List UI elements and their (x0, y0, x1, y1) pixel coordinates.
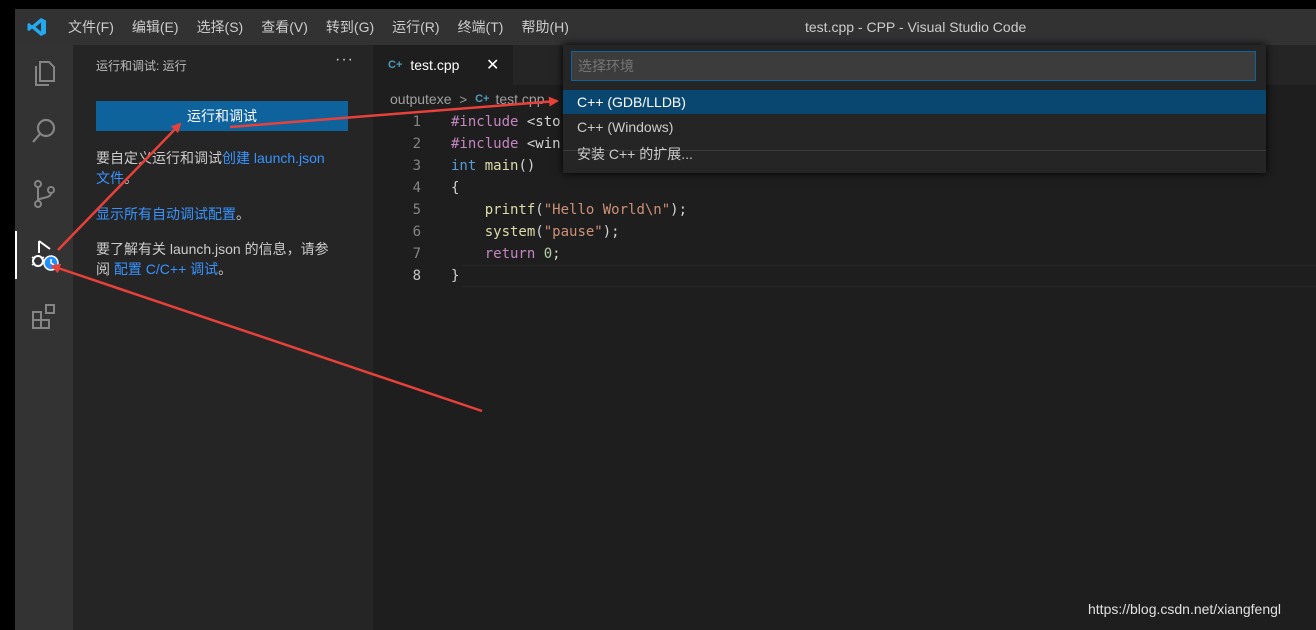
learn-post: 。 (218, 261, 233, 277)
breadcrumb-file[interactable]: test.cpp (495, 91, 544, 107)
tab-test-cpp[interactable]: C+ test.cpp ✕ (373, 45, 513, 85)
create-launch-json-link[interactable]: 创建 launch.json (222, 150, 325, 166)
code-line: 7 return 0; (373, 243, 1316, 265)
run-and-debug-button[interactable]: 运行和调试 (96, 101, 348, 131)
top-strip (0, 0, 1316, 9)
line-source: #include <sto (451, 111, 561, 133)
menu-help[interactable]: 帮助(H) (512, 9, 577, 45)
code-token: 0 (543, 246, 553, 262)
title-bar: 文件(F) 编辑(E) 选择(S) 查看(V) 转到(G) 运行(R) 终端(T… (15, 9, 1316, 45)
line-source: return 0; (451, 243, 561, 265)
code-token: <sto (518, 114, 561, 130)
code-token: #include (451, 136, 519, 152)
show-all-debug-configs-link[interactable]: 显示所有自动调试配置 (96, 206, 236, 222)
code-line: 8} (373, 265, 1316, 287)
menu-terminal[interactable]: 终端(T) (449, 9, 513, 45)
line-number: 3 (412, 158, 421, 174)
code-token: "pause" (543, 224, 603, 240)
line-source: system("pause"); (451, 221, 620, 243)
extensions-icon[interactable] (15, 292, 73, 340)
show-all-text: 显示所有自动调试配置。 (96, 204, 358, 224)
line-number: 1 (412, 114, 421, 130)
code-token: printf (484, 202, 536, 218)
menu-view[interactable]: 查看(V) (252, 9, 317, 45)
configure-cpp-debug-link[interactable]: 配置 C/C++ 调试 (114, 261, 218, 277)
code-token: () (518, 158, 536, 174)
menu-edit[interactable]: 编辑(E) (123, 9, 188, 45)
close-icon[interactable]: ✕ (486, 55, 499, 75)
window-title: test.cpp - CPP - Visual Studio Code (805, 19, 1027, 35)
breadcrumb-separator-icon: > (459, 91, 468, 107)
code-line: 5 printf("Hello World\n"); (373, 199, 1316, 221)
code-token: ); (670, 202, 688, 218)
activity-bar (15, 45, 73, 630)
create-launch-json-link-file[interactable]: 文件 (96, 170, 124, 186)
line-source: } (451, 265, 459, 287)
menu-run[interactable]: 运行(R) (383, 9, 448, 45)
code-line: 6 system("pause"); (373, 221, 1316, 243)
breadcrumb-folder[interactable]: outputexe (390, 91, 452, 107)
learn-text: 要了解有关 launch.json 的信息，请参阅 配置 C/C++ 调试。 (96, 239, 358, 279)
line-number: 2 (412, 136, 421, 152)
customize-text-pre: 要自定义运行和调试 (96, 150, 222, 166)
show-all-post: 。 (236, 206, 250, 222)
menu-selection[interactable]: 选择(S) (188, 9, 253, 45)
menu-go[interactable]: 转到(G) (317, 9, 383, 45)
learn-text-pre: 要了解有关 launch.json 的信息，请参 (96, 241, 329, 257)
customize-text: 要自定义运行和调试创建 launch.json 文件。 (96, 148, 358, 188)
run-debug-icon[interactable] (15, 231, 75, 279)
customize-text-post: 。 (124, 170, 138, 186)
menu-file[interactable]: 文件(F) (59, 9, 123, 45)
line-source: printf("Hello World\n"); (451, 199, 687, 221)
line-number: 4 (412, 180, 421, 196)
code-token: return (484, 246, 536, 262)
select-environment-input[interactable] (571, 51, 1256, 81)
line-source: #include <win (451, 133, 561, 155)
code-token: ( (535, 202, 544, 218)
line-source: { (451, 177, 459, 199)
code-token: } (451, 268, 460, 284)
explorer-icon[interactable] (15, 49, 73, 97)
watermark: https://blog.csdn.net/xiangfengl (1088, 601, 1282, 617)
tab-label: test.cpp (410, 57, 460, 73)
search-icon[interactable] (15, 107, 73, 155)
code-token: system (484, 224, 536, 240)
code-line: 4{ (373, 177, 1316, 199)
quick-pick-item-gdb-lldb[interactable]: C++ (GDB/LLDB) (563, 90, 1266, 114)
code-token: "Hello World\n" (543, 202, 671, 218)
code-token: ); (602, 224, 620, 240)
line-number: 6 (412, 224, 421, 240)
quick-pick-item-install-extension[interactable]: 安装 C++ 的扩展... (563, 142, 1266, 166)
left-strip (0, 0, 15, 630)
line-number: 5 (412, 202, 421, 218)
code-token: ; (552, 246, 561, 262)
code-token: int (451, 158, 477, 174)
menu-bar: 文件(F) 编辑(E) 选择(S) 查看(V) 转到(G) 运行(R) 终端(T… (59, 9, 578, 45)
cpp-file-icon: C+ (388, 59, 403, 71)
code-token: #include (451, 114, 519, 130)
source-control-icon[interactable] (15, 170, 73, 218)
vscode-logo-icon (15, 9, 59, 45)
quick-pick: C++ (GDB/LLDB) C++ (Windows) 安装 C++ 的扩展.… (563, 45, 1266, 173)
learn-text-pre2: 阅 (96, 261, 114, 277)
more-actions-icon[interactable]: ··· (335, 51, 354, 69)
code-token: main (484, 158, 519, 174)
code-token: ( (535, 224, 544, 240)
code-token: { (451, 180, 460, 196)
run-debug-sidebar: 运行和调试: 运行 ··· 运行和调试 要自定义运行和调试创建 launch.j… (73, 45, 373, 630)
sidebar-title: 运行和调试: 运行 (96, 59, 187, 73)
code-token: <win (518, 136, 561, 152)
breadcrumb: outputexe > C+ test.cpp (390, 91, 545, 107)
line-number: 7 (412, 246, 421, 262)
quick-pick-item-windows[interactable]: C++ (Windows) (563, 115, 1266, 139)
line-number: 8 (412, 268, 421, 284)
cpp-file-icon: C+ (475, 93, 490, 105)
line-source: int main() (451, 155, 535, 177)
